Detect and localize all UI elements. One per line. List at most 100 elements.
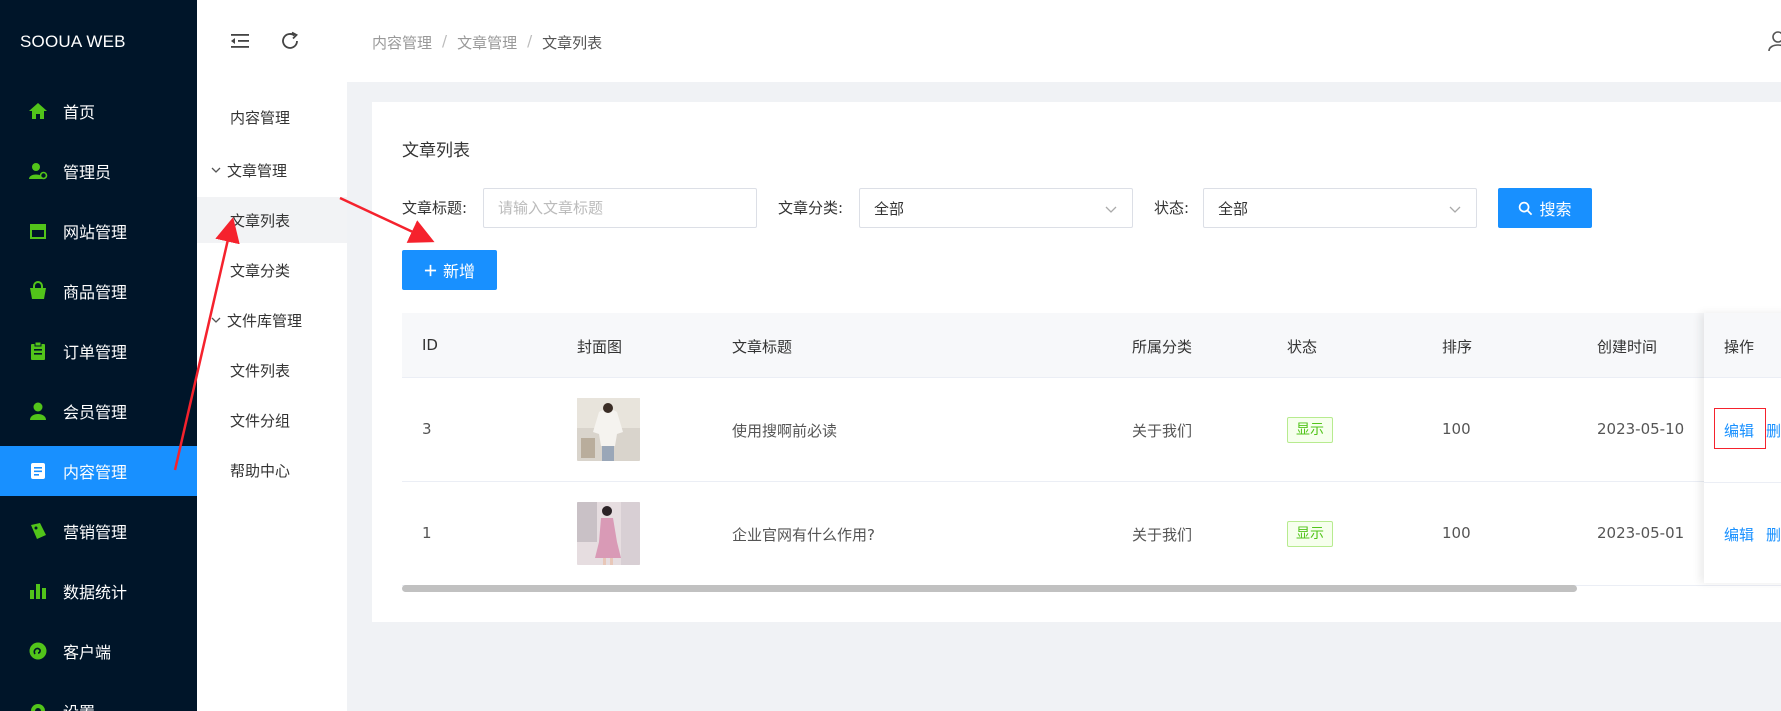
- column-header-cover: 封面图: [577, 338, 623, 356]
- sidebar-item-label: 管理员: [63, 163, 112, 182]
- sidebar-item-home[interactable]: 首页: [0, 86, 197, 136]
- sidebar-item-marketing[interactable]: 营销管理: [0, 506, 197, 556]
- subnav-item-label: 内容管理: [230, 108, 291, 127]
- edit-button[interactable]: 编辑: [1724, 524, 1754, 545]
- sidebar-item-label: 首页: [63, 103, 96, 122]
- subnav-item-label: 文件分组: [230, 411, 291, 430]
- subnav-item-help[interactable]: 帮助中心: [197, 447, 347, 493]
- content-card: 文章列表 文章标题: 文章分类: 全部 状态: 全部 搜索 新增 ID 封面图 …: [372, 102, 1781, 622]
- cell-title: 使用搜啊前必读: [732, 422, 838, 440]
- gear-icon: [27, 700, 49, 711]
- category-select-value: 全部: [874, 199, 905, 218]
- table-row: 1 企业官网有什么作用? 关于我们 显示 100 2023-05-01: [402, 482, 1781, 586]
- home-icon: [27, 100, 49, 122]
- cell-category: 关于我们: [1132, 526, 1193, 544]
- tag-icon: [27, 520, 49, 542]
- subnav-group-articles[interactable]: 文章管理: [197, 147, 347, 193]
- status-filter-label: 状态:: [1154, 199, 1190, 217]
- status-select[interactable]: 全部: [1203, 188, 1477, 228]
- user-menu-icon[interactable]: [1767, 30, 1781, 52]
- client-icon: [27, 640, 49, 662]
- breadcrumb-separator: /: [527, 32, 533, 50]
- column-header-category: 所属分类: [1132, 338, 1193, 356]
- collapse-menu-button[interactable]: [227, 28, 253, 54]
- column-header-id: ID: [422, 336, 438, 354]
- search-button-label: 搜索: [1539, 200, 1572, 219]
- sidebar-item-products[interactable]: 商品管理: [0, 266, 197, 316]
- category-select[interactable]: 全部: [859, 188, 1133, 228]
- breadcrumb-item[interactable]: 内容管理: [372, 32, 432, 53]
- sidebar-item-label: 网站管理: [63, 223, 128, 242]
- breadcrumb-current: 文章列表: [542, 34, 603, 52]
- sidebar-item-content[interactable]: 内容管理: [0, 446, 197, 496]
- main-sidebar: SOOUA WEB 首页 管理员 网站管理 商品管理 订单管理 会员管理 内容管…: [0, 0, 197, 711]
- sidebar-item-orders[interactable]: 订单管理: [0, 326, 197, 376]
- horizontal-scrollbar[interactable]: [402, 585, 1577, 592]
- delete-button[interactable]: 删除: [1766, 420, 1781, 441]
- title-search-input[interactable]: [498, 199, 756, 217]
- page-title: 文章列表: [402, 141, 470, 161]
- brand-logo: SOOUA WEB: [20, 32, 126, 51]
- admin-icon: [27, 160, 49, 182]
- user-icon: [27, 400, 49, 422]
- refresh-button[interactable]: [277, 28, 303, 54]
- cell-sort: 100: [1442, 524, 1471, 542]
- subnav-item-label: 文章分类: [230, 261, 291, 280]
- sidebar-item-label: 客户端: [63, 643, 112, 662]
- plus-icon: [424, 264, 437, 276]
- breadcrumb: 内容管理 / 文章管理 / 文章列表: [372, 32, 602, 53]
- status-badge: 显示: [1287, 417, 1333, 443]
- title-filter-label: 文章标题:: [402, 199, 468, 217]
- menu-fold-icon: [231, 34, 249, 48]
- cell-title: 企业官网有什么作用?: [732, 526, 875, 544]
- status-badge: 显示: [1287, 521, 1333, 547]
- cell-category: 关于我们: [1132, 422, 1193, 440]
- store-icon: [27, 220, 49, 242]
- subnav-item-content[interactable]: 内容管理: [197, 94, 347, 140]
- sidebar-item-settings[interactable]: 设置: [0, 686, 197, 711]
- cover-image[interactable]: [577, 398, 640, 461]
- subnav-item-article-list[interactable]: 文章列表: [197, 197, 347, 243]
- cell-id: 1: [422, 524, 432, 542]
- sidebar-item-label: 订单管理: [63, 343, 128, 362]
- subnav-item-label: 文章列表: [230, 211, 291, 230]
- sidebar-item-label: 会员管理: [63, 403, 128, 422]
- add-article-button[interactable]: 新增: [402, 250, 497, 290]
- chevron-down-icon: [1105, 206, 1117, 213]
- column-header-actions: 操作: [1724, 338, 1755, 356]
- category-filter-label: 文章分类:: [778, 199, 844, 217]
- breadcrumb-item[interactable]: 文章管理: [457, 32, 517, 53]
- sidebar-item-members[interactable]: 会员管理: [0, 386, 197, 436]
- sidebar-item-client[interactable]: 客户端: [0, 626, 197, 676]
- title-filter-field[interactable]: [483, 188, 757, 228]
- operation-column: 操作 编辑 删除 编辑 删除: [1704, 313, 1781, 583]
- sidebar-item-website[interactable]: 网站管理: [0, 206, 197, 256]
- article-table: ID 封面图 文章标题 所属分类 状态 排序 创建时间 3 使用搜啊前必读 关于…: [402, 313, 1781, 586]
- cover-image[interactable]: [577, 502, 640, 565]
- document-icon: [27, 460, 49, 482]
- subnav-group-label: 文件库管理: [227, 311, 303, 330]
- table-row: 3 使用搜啊前必读 关于我们 显示 100 2023-05-10: [402, 378, 1781, 482]
- breadcrumb-separator: /: [442, 32, 448, 50]
- subnav-item-file-list[interactable]: 文件列表: [197, 347, 347, 393]
- subnav-item-file-group[interactable]: 文件分组: [197, 397, 347, 443]
- sub-sidebar: 内容管理 文章管理 文章列表 文章分类 文件库管理 文件列表 文件分组 帮助中心: [197, 0, 347, 711]
- operation-header-cell: 操作: [1704, 313, 1781, 378]
- column-header-created: 创建时间: [1597, 338, 1658, 356]
- shopping-bag-icon: [27, 280, 49, 302]
- status-select-value: 全部: [1218, 199, 1249, 218]
- delete-button[interactable]: 删除: [1766, 524, 1781, 545]
- subnav-group-files[interactable]: 文件库管理: [197, 297, 347, 343]
- row-divider: [1704, 482, 1781, 483]
- sidebar-item-statistics[interactable]: 数据统计: [0, 566, 197, 616]
- column-header-title: 文章标题: [732, 338, 793, 356]
- subnav-item-label: 帮助中心: [230, 461, 291, 480]
- chevron-down-icon: [1449, 206, 1461, 213]
- sidebar-item-admin[interactable]: 管理员: [0, 146, 197, 196]
- chevron-down-icon: [211, 317, 221, 323]
- subnav-item-article-category[interactable]: 文章分类: [197, 247, 347, 293]
- search-button[interactable]: 搜索: [1498, 188, 1592, 228]
- sidebar-item-label: 设置: [63, 699, 95, 711]
- search-icon: [1519, 201, 1533, 215]
- sidebar-item-label: 数据统计: [63, 583, 128, 602]
